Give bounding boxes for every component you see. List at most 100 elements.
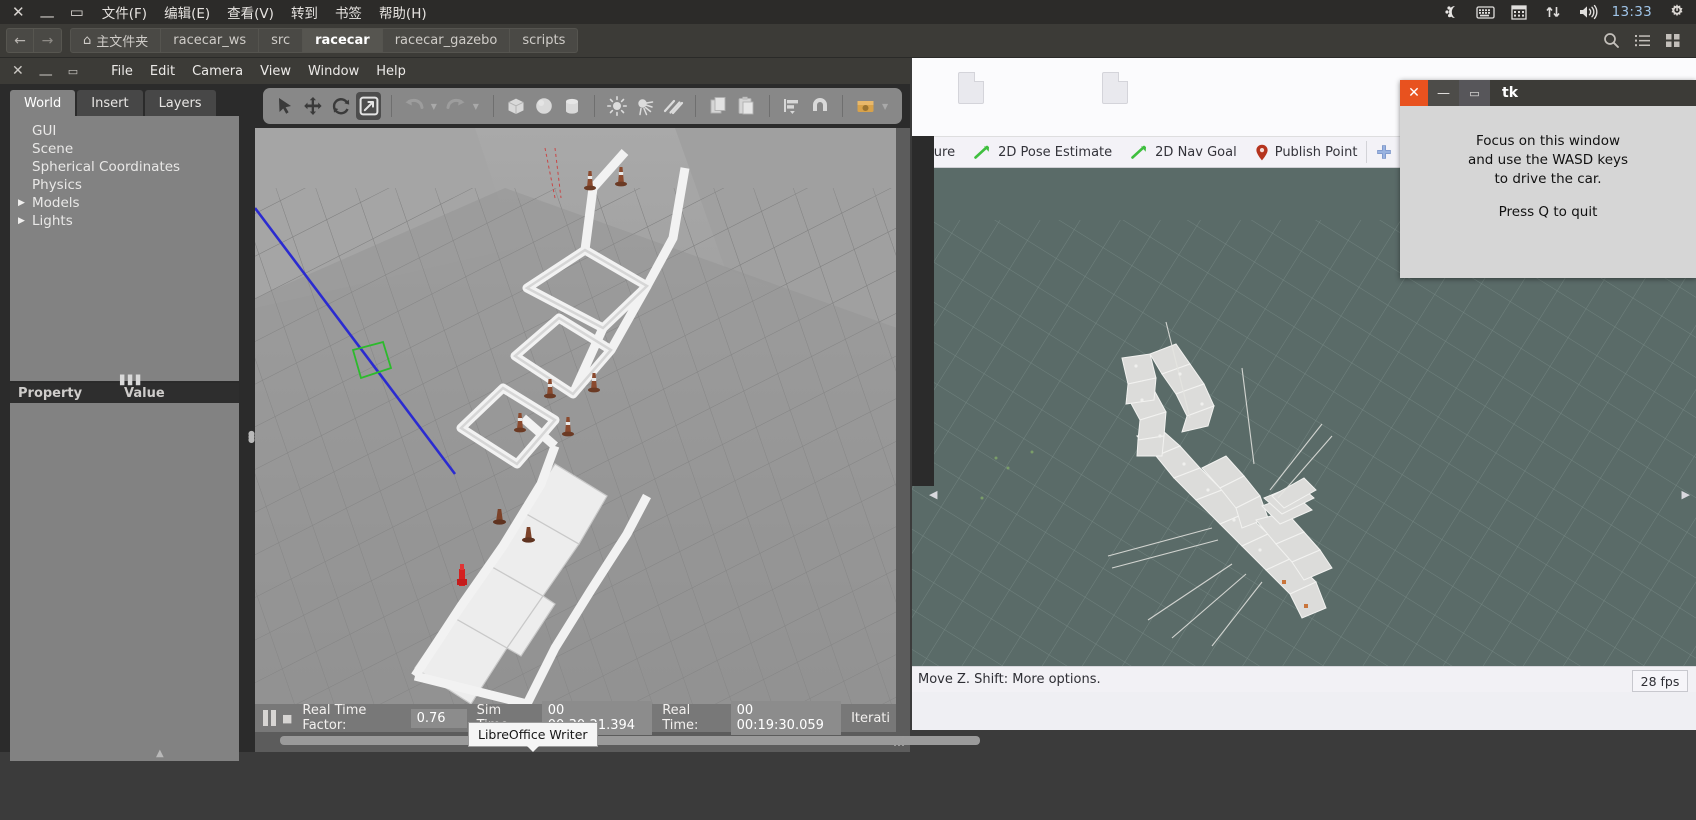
breadcrumb-scripts[interactable]: scripts [510,28,579,53]
scale-mode-icon[interactable] [356,92,382,120]
scrollbar-thumb[interactable] [280,736,980,745]
rviz-left-dark-strip [912,136,934,486]
redo-icon[interactable] [444,92,469,120]
breadcrumb-racecar[interactable]: racecar [303,28,383,53]
point-light-icon[interactable] [605,92,630,120]
column-header-value[interactable]: Value [124,386,165,401]
chevron-right-icon[interactable]: ▶ [18,216,32,226]
tree-item-physics[interactable]: Physics [10,176,239,194]
redo-dropdown-icon[interactable]: ▼ [473,102,479,111]
toolbar-separator [391,95,393,117]
column-header-property[interactable]: Property [10,386,124,401]
rotate-mode-icon[interactable] [329,92,354,120]
gazebo-menu-view[interactable]: View [260,64,291,79]
snap-magnet-icon[interactable] [807,92,832,120]
undo-dropdown-icon[interactable]: ▼ [431,102,437,111]
gazebo-3d-viewport[interactable] [255,128,896,704]
maximize-icon[interactable]: ▭ [70,4,84,20]
close-icon[interactable]: ✕ [12,4,25,20]
log-dropdown-icon[interactable]: ▼ [882,102,888,111]
menu-item-goto[interactable]: 转到 [291,2,318,22]
close-icon[interactable]: ✕ [1400,80,1428,106]
minimize-icon[interactable]: — [39,68,53,82]
cylinder-icon[interactable] [559,92,584,120]
tab-world[interactable]: World [10,90,76,116]
grid-view-icon[interactable] [1665,32,1682,49]
search-icon[interactable] [1603,32,1620,49]
box-icon[interactable] [504,92,529,120]
canvas-scroll-right-icon[interactable]: ▶ [1682,488,1690,501]
iterations-label: Iterati [851,710,891,726]
back-button[interactable]: ← [6,28,34,53]
tab-layers[interactable]: Layers [144,90,216,116]
pause-icon[interactable] [263,710,276,726]
map-pin-icon [1255,144,1269,161]
tk-line-1: Focus on this window [1475,133,1621,149]
chevron-right-icon[interactable]: ▶ [18,198,32,208]
list-view-icon[interactable] [1634,32,1651,49]
tree-item-label: Spherical Coordinates [32,159,181,175]
menu-item-view[interactable]: 查看(V) [227,2,274,22]
select-mode-icon[interactable] [273,92,298,120]
menu-item-file[interactable]: 文件(F) [102,2,147,22]
gazebo-menu-window[interactable]: Window [308,64,359,79]
panel-splitter[interactable]: ● ● ● [247,84,255,752]
gazebo-menubar: File Edit Camera View Window Help [111,64,406,79]
tree-item-lights[interactable]: ▶ Lights [10,212,239,230]
rviz-tool-label: 2D Pose Estimate [998,144,1113,160]
canvas-scroll-left-icon[interactable]: ◀ [929,488,937,501]
system-tray: 13:33 [1442,3,1696,21]
keyboard-icon[interactable] [1475,3,1495,21]
rviz-tool-2d-nav-goal[interactable]: 2D Nav Goal [1121,136,1246,168]
rviz-tool-2d-pose-estimate[interactable]: 2D Pose Estimate [964,136,1121,168]
resize-grip-icon[interactable] [894,736,906,748]
gazebo-menu-edit[interactable]: Edit [150,64,175,79]
rviz-tool-publish-point[interactable]: Publish Point [1246,136,1367,168]
minimize-icon[interactable]: — [1428,80,1459,106]
breadcrumb-src[interactable]: src [259,28,304,53]
minimize-icon[interactable]: — [40,8,55,24]
tab-insert[interactable]: Insert [77,90,143,116]
rviz-status-text: Move Z. Shift: More options. [918,672,1101,687]
home-icon: ⌂ [83,33,92,48]
undo-icon[interactable] [402,92,427,120]
directional-light-icon[interactable] [661,92,686,120]
volume-icon[interactable] [1578,3,1598,21]
add-tool-button[interactable] [1367,136,1401,168]
tree-item-models[interactable]: ▶ Models [10,194,239,212]
clock-label[interactable]: 13:33 [1612,4,1652,20]
breadcrumb-racecar-ws[interactable]: racecar_ws [161,28,260,53]
menu-item-edit[interactable]: 编辑(E) [164,2,210,22]
tree-item-gui[interactable]: GUI [10,122,239,140]
step-icon[interactable]: ■ [282,712,292,725]
global-menubar: 文件(F) 编辑(E) 查看(V) 转到 书签 帮助(H) [102,2,427,22]
forward-button[interactable]: → [34,28,62,53]
power-gear-icon[interactable] [1668,3,1686,21]
tk-line-3: to drive the car. [1494,171,1602,188]
pathbar-tools [1603,32,1690,49]
breadcrumb-home[interactable]: ⌂ 主文件夹 [70,28,162,53]
sphere-icon[interactable] [532,92,557,120]
translate-mode-icon[interactable] [301,92,326,120]
tree-item-scene[interactable]: Scene [10,140,239,158]
maximize-icon[interactable]: ▭ [68,66,78,77]
menu-item-help[interactable]: 帮助(H) [379,2,427,22]
network-updown-icon[interactable] [1544,3,1562,21]
menu-item-bookmarks[interactable]: 书签 [335,2,362,22]
maximize-icon[interactable]: ▭ [1459,80,1490,106]
gazebo-menu-file[interactable]: File [111,64,133,79]
calendar-icon[interactable] [1510,3,1528,21]
breadcrumb-racecar-gazebo[interactable]: racecar_gazebo [382,28,511,53]
paste-icon[interactable] [734,92,759,120]
close-icon[interactable]: ✕ [12,64,24,78]
tree-item-spherical-coordinates[interactable]: Spherical Coordinates [10,158,239,176]
screenshot-icon[interactable] [853,92,878,120]
tree-item-label: Physics [32,177,82,193]
ubuntu-one-icon[interactable] [1442,3,1460,21]
copy-icon[interactable] [706,92,731,120]
align-icon[interactable] [780,92,805,120]
gazebo-menu-camera[interactable]: Camera [192,64,243,79]
column-grip-handle[interactable]: ▋▋▋ [120,376,144,386]
gazebo-menu-help[interactable]: Help [376,64,406,79]
spot-light-icon[interactable] [633,92,658,120]
